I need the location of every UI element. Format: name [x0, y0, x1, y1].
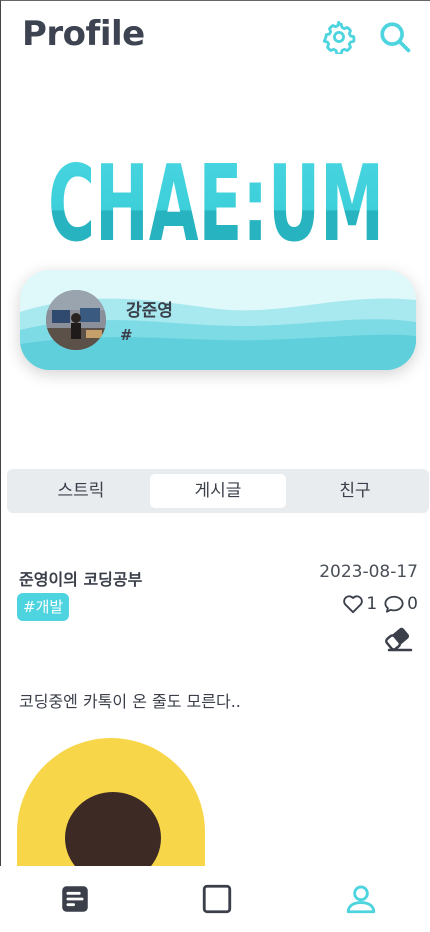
logo-text: CHAE:UM [48, 142, 384, 248]
search-icon[interactable] [378, 20, 412, 54]
like-count: 1 [366, 594, 378, 614]
post-date: 2023-08-17 [319, 562, 418, 582]
tab-posts[interactable]: 게시글 [150, 474, 286, 508]
comment-count: 0 [407, 594, 418, 614]
document-icon[interactable] [58, 882, 92, 916]
eraser-icon[interactable] [383, 626, 413, 652]
profile-card[interactable]: 강준영 # [20, 270, 416, 370]
profile-hashtag: # [120, 326, 133, 344]
heart-icon[interactable] [342, 594, 364, 614]
square-icon[interactable] [200, 882, 234, 916]
tab-friends[interactable]: 친구 [287, 474, 423, 508]
bottom-nav [0, 866, 430, 932]
post-image[interactable] [17, 738, 205, 866]
gear-icon[interactable] [322, 20, 356, 54]
tab-streak[interactable]: 스트릭 [13, 474, 149, 508]
post-stats: 1 0 [342, 594, 418, 614]
post-body: 코딩중엔 카톡이 온 줄도 모른다.. [19, 692, 241, 711]
profile-name: 강준영 [126, 301, 173, 321]
post-tag-badge[interactable]: #개발 [17, 593, 70, 621]
comment-icon[interactable] [383, 594, 405, 614]
avatar [46, 290, 106, 350]
person-icon[interactable] [344, 882, 378, 916]
page-title: Profile [22, 14, 145, 54]
app-logo: CHAE:UM [48, 142, 384, 248]
post-title[interactable]: 준영이의 코딩공부 [19, 566, 142, 590]
tab-bar: 스트릭 게시글 친구 [7, 469, 429, 513]
